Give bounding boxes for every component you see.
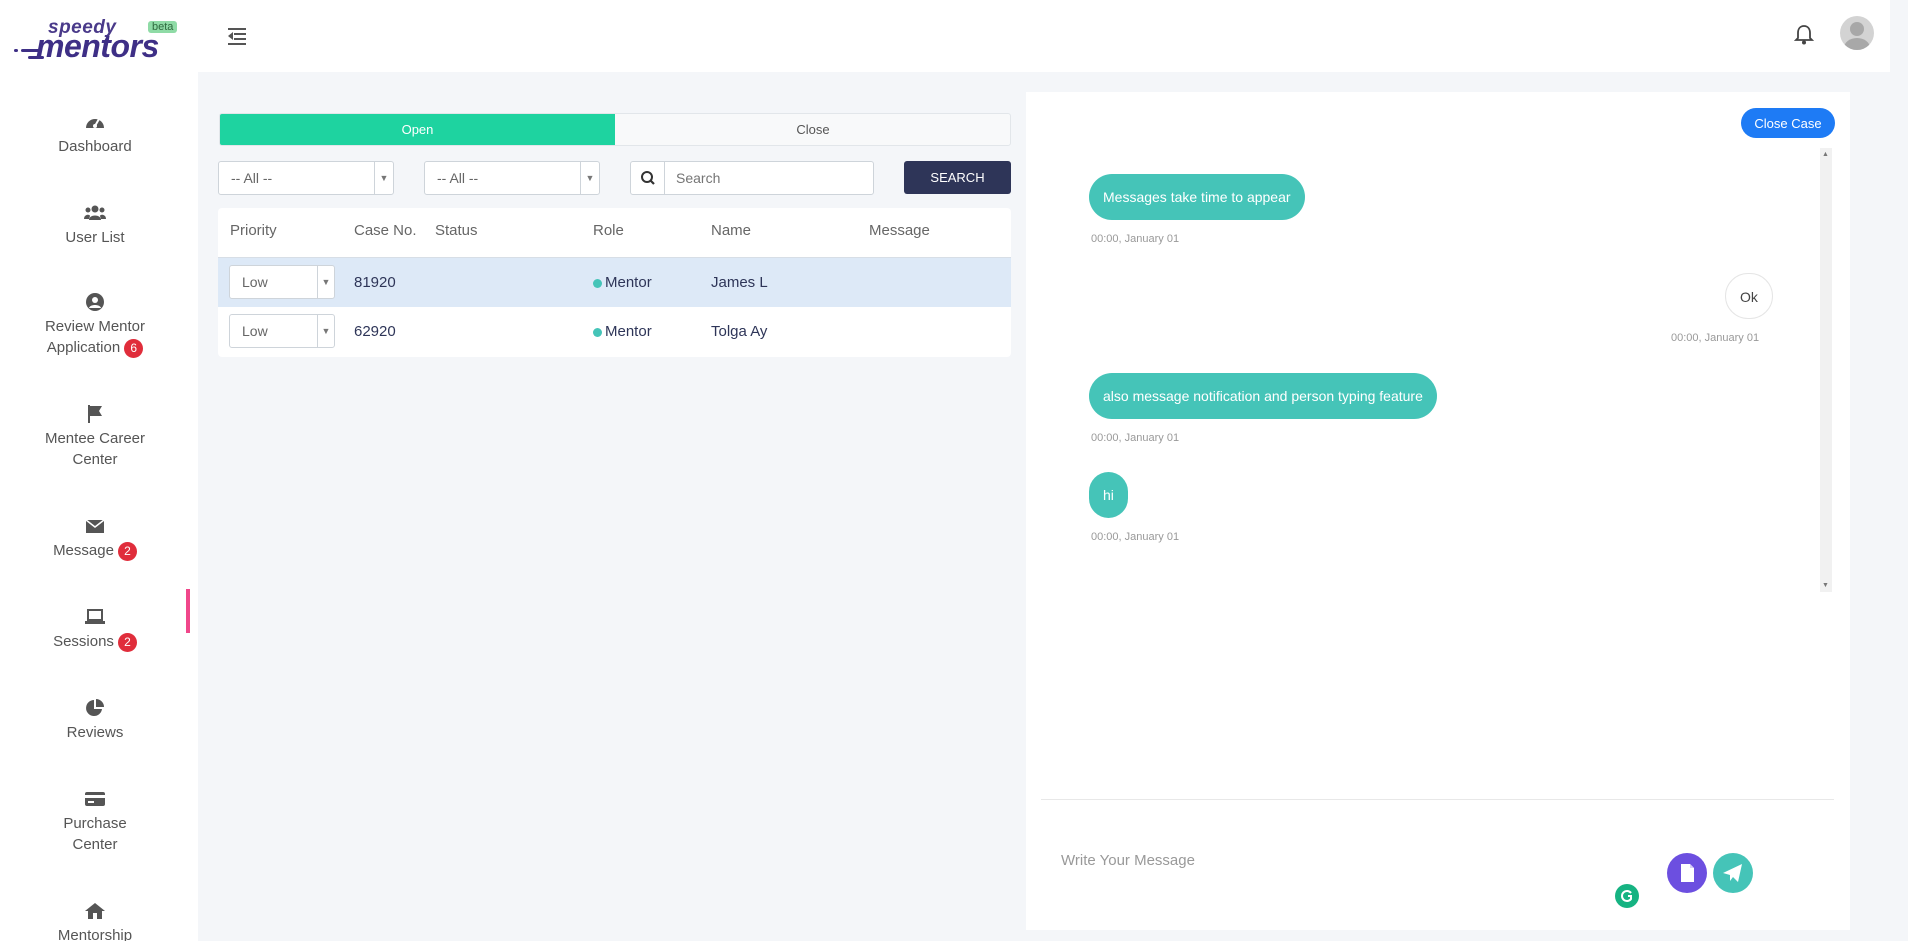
- chevron-down-icon: ▼: [317, 266, 334, 298]
- sidebar-item-reviews[interactable]: Reviews: [0, 698, 190, 743]
- credit-card-icon: [85, 792, 105, 806]
- logo-speed-dash: [28, 56, 44, 59]
- logo-mentors-text: mentors: [36, 28, 159, 64]
- table-row[interactable]: Low ▼ 81920 Mentor James L: [218, 257, 1011, 307]
- top-header: speedy mentors beta: [0, 0, 1890, 72]
- sidebar-item-message[interactable]: Message 2: [0, 516, 190, 561]
- close-case-button[interactable]: Close Case: [1741, 108, 1835, 138]
- message-timestamp: 00:00, January 01: [1671, 332, 1760, 344]
- sidebar-item-label: Dashboard: [58, 138, 132, 155]
- attach-file-button[interactable]: [1667, 853, 1707, 893]
- laptop-icon: [85, 609, 105, 624]
- column-header-message: Message: [869, 222, 930, 239]
- case-number: 81920: [354, 274, 396, 291]
- priority-select[interactable]: Low ▼: [229, 314, 335, 348]
- pie-chart-icon: [86, 699, 104, 716]
- message-timestamp: 00:00, January 01: [1091, 531, 1180, 543]
- notification-bell-icon[interactable]: [1793, 24, 1815, 46]
- speedy-mentors-logo[interactable]: speedy mentors beta: [12, 17, 182, 64]
- message-input[interactable]: [1050, 845, 1610, 875]
- send-message-button[interactable]: [1713, 853, 1753, 893]
- house-icon: [85, 903, 105, 919]
- composer-divider: [1041, 799, 1834, 800]
- paper-plane-icon: [1723, 864, 1742, 882]
- sidebar-item-dashboard[interactable]: Dashboard: [0, 112, 190, 157]
- document-icon: [1681, 864, 1694, 882]
- role-filter-select[interactable]: -- All -- ▼: [424, 161, 600, 195]
- column-header-role: Role: [593, 222, 624, 239]
- name-cell: Tolga Ay: [711, 323, 768, 340]
- users-icon: [84, 205, 106, 220]
- case-status-tabs: Open Close: [219, 113, 1011, 146]
- active-nav-indicator: [186, 589, 190, 633]
- column-header-priority: Priority: [230, 222, 277, 239]
- scroll-up-arrow-icon[interactable]: ▲: [1822, 151, 1829, 158]
- sidebar-item-label: Reviews: [66, 724, 124, 741]
- case-number: 62920: [354, 323, 396, 340]
- sidebar-item-label: Mentee Career Center: [44, 430, 146, 468]
- sidebar-item-sessions[interactable]: Sessions 2: [0, 607, 190, 652]
- dashboard-icon: [86, 118, 104, 128]
- sidebar-item-mentorship[interactable]: Mentorship: [0, 901, 190, 941]
- sidebar-item-label: Sessions 2: [0, 631, 190, 652]
- sidebar-item-review-mentor-application[interactable]: Review Mentor Application 6: [0, 292, 190, 358]
- column-header-status: Status: [435, 222, 478, 239]
- sidebar-item-user-list[interactable]: User List: [0, 203, 190, 248]
- tab-open[interactable]: Open: [220, 114, 615, 145]
- count-badge: 2: [117, 541, 137, 561]
- role-cell: Mentor: [593, 274, 652, 291]
- logo-speed-dash: [21, 49, 41, 52]
- message-bubble: also message notification and person typ…: [1089, 373, 1437, 419]
- search-button[interactable]: SEARCH: [904, 161, 1011, 194]
- search-icon: [631, 162, 665, 194]
- chevron-down-icon: ▼: [317, 315, 334, 347]
- user-circle-icon: [86, 293, 104, 311]
- table-row[interactable]: Low ▼ 62920 Mentor Tolga Ay: [218, 307, 1011, 357]
- column-header-name: Name: [711, 222, 752, 239]
- grammarly-icon[interactable]: [1615, 884, 1639, 908]
- chat-scrollbar[interactable]: ▲ ▼: [1820, 148, 1832, 592]
- message-bubble: Messages take time to appear: [1089, 174, 1305, 220]
- cases-table: Priority Case No. Status Role Name Messa…: [218, 208, 1011, 357]
- logo-speed-dash: [14, 49, 18, 52]
- scroll-down-arrow-icon[interactable]: ▼: [1822, 582, 1829, 589]
- count-badge: 6: [124, 338, 144, 358]
- priority-filter-select[interactable]: -- All -- ▼: [218, 161, 394, 195]
- sidebar-item-mentee-career-center[interactable]: Mentee Career Center: [0, 404, 190, 470]
- user-avatar[interactable]: [1840, 16, 1874, 50]
- count-badge: 2: [117, 632, 137, 652]
- sidebar-item-label: User List: [65, 229, 125, 246]
- search-input[interactable]: [666, 162, 871, 194]
- role-status-dot: [593, 327, 602, 337]
- role-status-dot: [593, 278, 602, 288]
- flag-icon: [88, 405, 102, 423]
- search-box: [630, 161, 874, 195]
- sidebar: Dashboard User List Review Mentor Applic…: [0, 72, 198, 941]
- message-timestamp: 00:00, January 01: [1091, 233, 1180, 245]
- role-cell: Mentor: [593, 323, 652, 340]
- message-bubble: hi: [1089, 472, 1128, 518]
- column-header-case-no: Case No.: [354, 222, 417, 239]
- sidebar-item-purchase-center[interactable]: Purchase Center: [0, 789, 190, 855]
- message-bubble: Ok: [1725, 273, 1773, 319]
- sidebar-item-label: Review Mentor Application 6: [44, 318, 146, 358]
- sidebar-toggle-icon[interactable]: [228, 27, 248, 45]
- sidebar-item-label: Mentorship: [57, 927, 133, 941]
- name-cell: James L: [711, 274, 768, 291]
- message-timestamp: 00:00, January 01: [1091, 432, 1180, 444]
- envelope-icon: [85, 519, 105, 533]
- page-scrollbar[interactable]: [1890, 0, 1908, 941]
- sidebar-item-label: Message 2: [0, 540, 190, 561]
- chevron-down-icon: ▼: [374, 162, 393, 194]
- sidebar-item-label: Purchase Center: [63, 815, 127, 853]
- tab-close[interactable]: Close: [615, 114, 1010, 145]
- priority-select[interactable]: Low ▼: [229, 265, 335, 299]
- beta-badge: beta: [148, 21, 178, 33]
- chevron-down-icon: ▼: [580, 162, 599, 194]
